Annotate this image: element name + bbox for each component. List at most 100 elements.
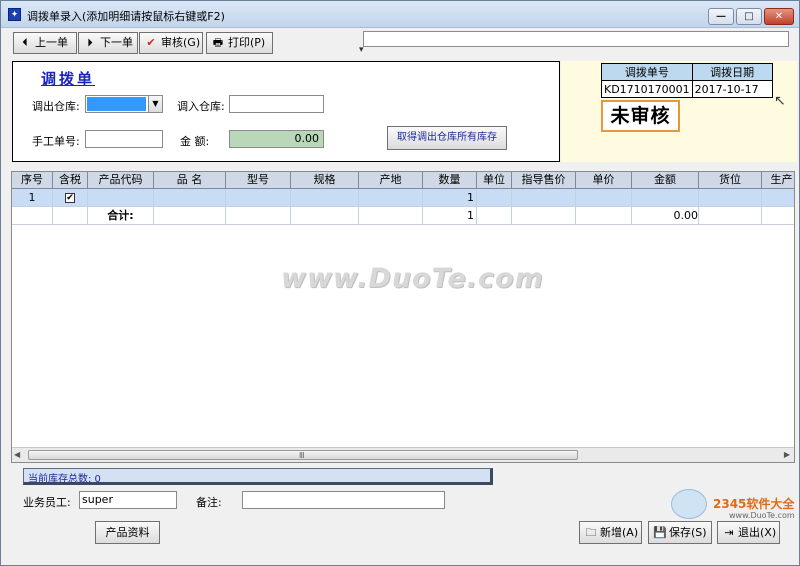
amount-label: 金 额: (180, 135, 210, 148)
maximize-button[interactable]: □ (736, 8, 762, 25)
col-header-unit-price[interactable]: 单价 (576, 172, 632, 188)
col-header-model[interactable]: 型号 (226, 172, 291, 188)
horizontal-scrollbar[interactable]: ◀ Ⅲ ▶ (12, 447, 794, 462)
col-header-seq[interactable]: 序号 (12, 172, 53, 188)
manual-no-field[interactable] (85, 130, 163, 148)
cell-tax[interactable]: ✔ (53, 189, 88, 206)
total-cell-name (154, 207, 226, 224)
amount-field: 0.00 (229, 130, 324, 148)
stock-total-bar: 当前库存总数: 0 (23, 468, 493, 485)
cell-unit[interactable] (477, 189, 512, 206)
audit-button[interactable]: ✔ 审核(G) (139, 32, 203, 54)
cell-name[interactable] (154, 189, 226, 206)
col-header-tax[interactable]: 含税 (53, 172, 88, 188)
new-label: 新增(A) (600, 526, 639, 539)
cell-unit-price[interactable] (576, 189, 632, 206)
total-qty: 1 (423, 207, 477, 224)
col-header-production[interactable]: 生产 (762, 172, 794, 188)
tax-checkbox[interactable]: ✔ (65, 193, 75, 203)
transfer-form-panel: 调拨单 调出仓库: ▼ 调入仓库: 手工单号: 金 额: 0.00 取得调出仓库… (12, 61, 560, 162)
cell-code[interactable] (88, 189, 154, 206)
total-cell-origin (359, 207, 423, 224)
next-record-label: 下一单 (100, 36, 133, 49)
stock-total-text: 当前库存总数: 0 (28, 474, 101, 485)
print-label: 打印(P) (228, 36, 266, 49)
folder-icon: 🗀 (585, 526, 597, 539)
new-button[interactable]: 🗀 新增(A) (579, 521, 642, 544)
scrollbar-thumb[interactable]: Ⅲ (28, 450, 578, 460)
total-cell-price (576, 207, 632, 224)
col-header-location[interactable]: 货位 (699, 172, 762, 188)
exit-label: 退出(X) (738, 526, 777, 539)
col-header-guide-price[interactable]: 指导售价 (512, 172, 576, 188)
close-icon: ✕ (774, 11, 784, 22)
arrow-right-icon: ⏵ (87, 36, 93, 49)
status-badge: 未审核 (601, 100, 680, 132)
printer-icon: 🖶 (212, 36, 224, 49)
mouse-cursor-icon: ↖ (774, 93, 786, 109)
cell-origin[interactable] (359, 189, 423, 206)
cell-model[interactable] (226, 189, 291, 206)
col-header-spec[interactable]: 规格 (291, 172, 359, 188)
prev-record-button[interactable]: ⏴ 上一单 (13, 32, 77, 54)
col-header-code[interactable]: 产品代码 (88, 172, 154, 188)
transfer-date-header: 调拨日期 (691, 63, 773, 81)
cell-guide-price[interactable] (512, 189, 576, 206)
col-header-unit[interactable]: 单位 (477, 172, 512, 188)
table-row[interactable]: 1 ✔ 1 (12, 189, 794, 207)
document-info-panel: 调拨单号 调拨日期 KD1710170001 2017-10-17 未审核 ↖ (561, 61, 797, 162)
slider-thumb-icon[interactable]: ▾ (359, 45, 364, 55)
chevron-down-icon[interactable]: ▼ (148, 96, 162, 112)
close-button[interactable]: ✕ (764, 8, 794, 25)
grid-header-row: 序号 含税 产品代码 品 名 型号 规格 产地 数量 单位 指导售价 单价 金额… (12, 172, 794, 189)
col-header-qty[interactable]: 数量 (423, 172, 477, 188)
next-record-button[interactable]: ⏵ 下一单 (78, 32, 138, 54)
app-window: ✦ 调拨单录入(添加明细请按鼠标右键或F2) — □ ✕ ⏴ 上一单 ⏵ 下一单 ✔… (0, 0, 800, 566)
cell-location[interactable] (699, 189, 762, 206)
cell-qty[interactable]: 1 (423, 189, 477, 206)
in-warehouse-label: 调入仓库: (177, 100, 225, 113)
brand-logo: 2345软件大全 www.DuoTe.com (661, 485, 800, 525)
minimize-button[interactable]: — (708, 8, 734, 25)
staff-label: 业务员工: (23, 496, 71, 509)
cell-seq: 1 (12, 189, 53, 206)
document-info-table: 调拨单号 调拨日期 KD1710170001 2017-10-17 (601, 63, 773, 98)
arrow-left-icon: ⏴ (22, 36, 28, 49)
total-cell-production (762, 207, 794, 224)
out-warehouse-label: 调出仓库: (32, 100, 80, 113)
total-cell-seq (12, 207, 53, 224)
total-row: 合计: 1 0.00 (12, 207, 794, 225)
get-all-stock-button[interactable]: 取得调出仓库所有库存 (387, 126, 507, 150)
total-label: 合计: (88, 207, 154, 224)
total-amount: 0.00 (632, 207, 699, 224)
exit-button[interactable]: ⇥ 退出(X) (717, 521, 780, 544)
col-header-origin[interactable]: 产地 (359, 172, 423, 188)
cell-production[interactable] (762, 189, 794, 206)
in-warehouse-field[interactable] (229, 95, 324, 113)
total-cell-model (226, 207, 291, 224)
transfer-date-value: 2017-10-17 (691, 80, 773, 98)
col-header-name[interactable]: 品 名 (154, 172, 226, 188)
checkmark-icon: ✔ (146, 36, 156, 49)
save-label: 保存(S) (669, 526, 707, 539)
product-info-button[interactable]: 产品资料 (95, 521, 160, 544)
out-warehouse-select[interactable]: ▼ (85, 95, 163, 113)
minimize-icon: — (716, 11, 726, 22)
staff-field[interactable]: super (79, 491, 177, 509)
cell-amount[interactable] (632, 189, 699, 206)
save-button[interactable]: 💾 保存(S) (648, 521, 712, 544)
audit-label: 审核(G) (161, 36, 201, 49)
scroll-left-icon[interactable]: ◀ (14, 450, 20, 459)
title-bar: ✦ 调拨单录入(添加明细请按鼠标右键或F2) — □ ✕ (1, 1, 799, 28)
progress-slider-track[interactable] (363, 31, 789, 47)
print-button[interactable]: 🖶 打印(P) (206, 32, 273, 54)
note-field[interactable] (242, 491, 445, 509)
total-cell-spec (291, 207, 359, 224)
scroll-grip-icon: Ⅲ (299, 451, 305, 460)
scroll-right-icon[interactable]: ▶ (784, 450, 790, 459)
watermark-text: www.DuoTe.com (281, 263, 544, 294)
detail-grid[interactable]: 序号 含税 产品代码 品 名 型号 规格 产地 数量 单位 指导售价 单价 金额… (11, 171, 795, 463)
cell-spec[interactable] (291, 189, 359, 206)
col-header-amount[interactable]: 金额 (632, 172, 699, 188)
total-cell-guide (512, 207, 576, 224)
